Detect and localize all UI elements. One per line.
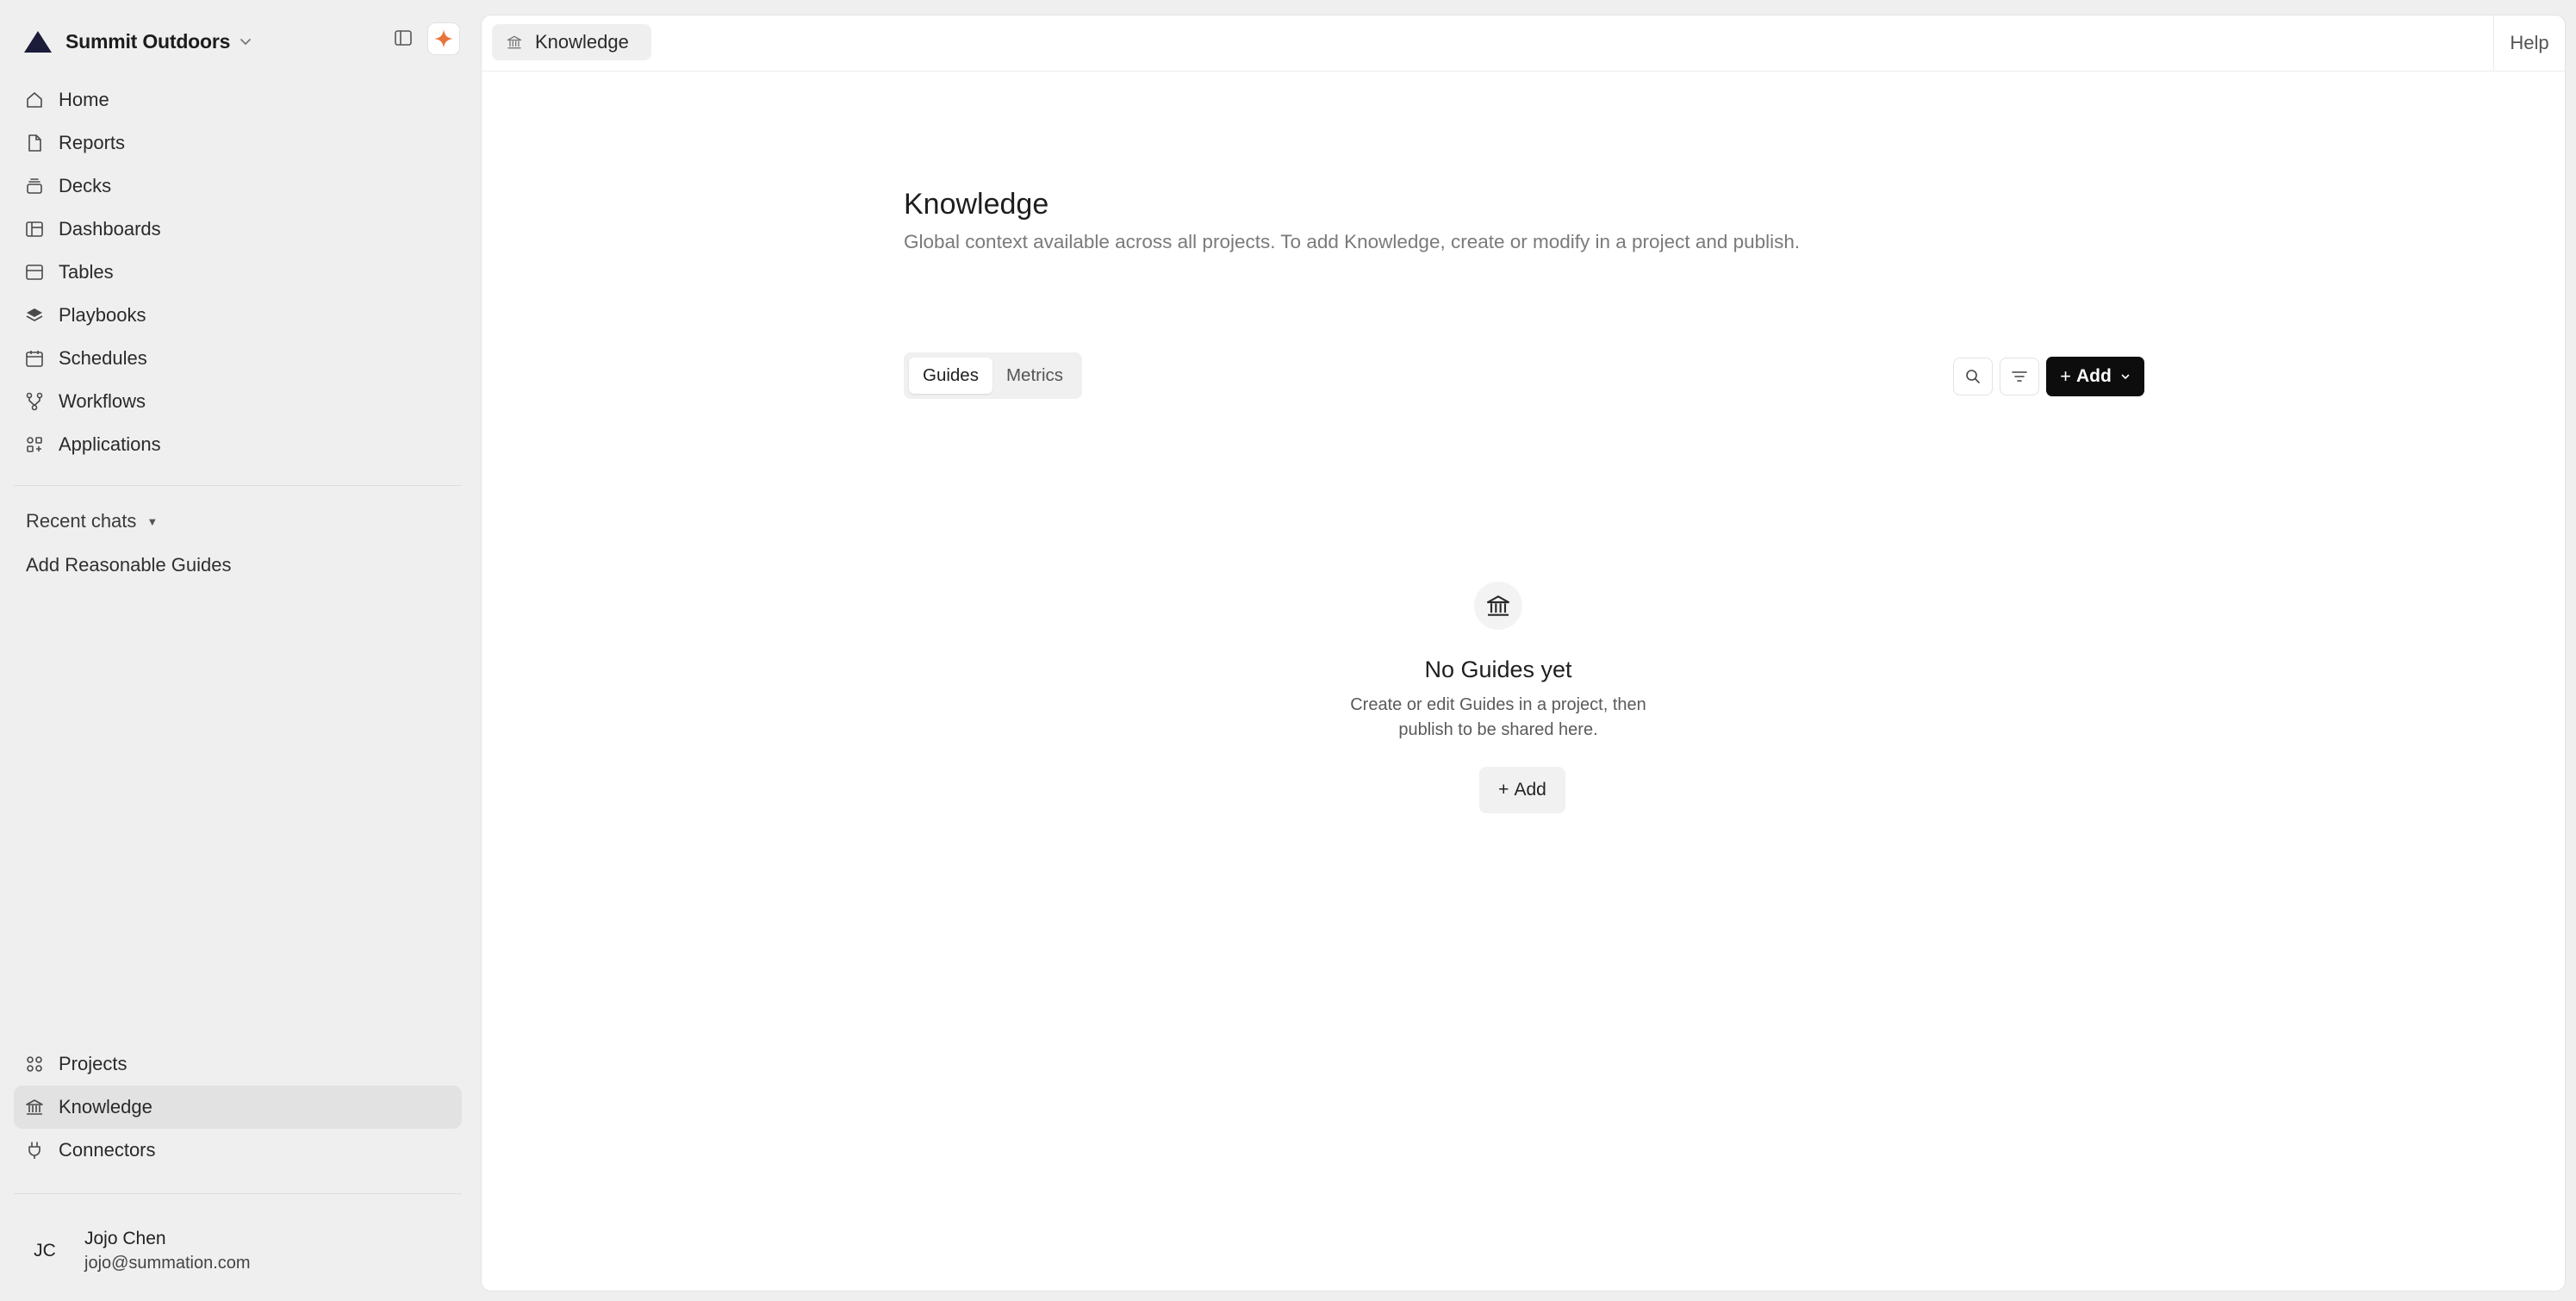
user-menu[interactable]: JC Jojo Chen jojo@summation.com [26,1227,251,1275]
add-dropdown-button[interactable]: + Add [2046,357,2144,396]
sidebar-item-home[interactable]: Home [14,78,462,121]
bank-icon [26,1099,43,1115]
add-button-label: Add [2076,366,2112,386]
page-title: Knowledge [904,188,1049,221]
sidebar-item-label: Schedules [59,347,147,369]
sidebar-item-label: Home [59,89,109,110]
filter-lines-icon [2012,371,2027,382]
sidebar-item-playbooks[interactable]: Playbooks [14,294,462,337]
calendar-icon [26,351,43,367]
apps-icon [27,437,42,452]
workspace-name: Summit Outdoors [65,29,231,53]
tab-guides[interactable]: Guides [909,358,992,394]
sidebar-item-connectors[interactable]: Connectors [14,1129,462,1172]
sidebar-item-dashboards[interactable]: Dashboards [14,208,462,251]
chevron-down-icon [240,39,252,45]
page-subtitle: Global context available across all proj… [904,231,1801,252]
empty-state-title: No Guides yet [1424,657,1572,682]
sidebar-item-label: Tables [59,261,114,283]
sidebar-item-label: Reports [59,132,126,153]
help-button[interactable]: Help [2493,16,2565,71]
sidebar-item-schedules[interactable]: Schedules [14,337,462,380]
primary-nav: Home Reports Decks Dashboards Tables Pla… [14,78,462,466]
sidebar-item-label: Knowledge [59,1096,152,1117]
stack-icon [27,178,42,194]
user-name: Jojo Chen [84,1229,166,1248]
sidebar-item-label: Decks [59,175,112,196]
tab-bar: Guides Metrics [904,352,1083,399]
sidebar-item-label: Applications [59,433,161,455]
table-icon [26,265,43,280]
sidebar: Summit Outdoors Home Reports Decks Dashb… [0,0,479,1301]
tab-metrics[interactable]: Metrics [992,358,1077,394]
bank-icon [507,35,522,49]
sidebar-item-label: Projects [59,1053,128,1074]
empty-state-add-button[interactable]: + Add [1479,767,1565,813]
sidebar-item-tables[interactable]: Tables [14,251,462,294]
sidebar-divider [14,485,462,486]
empty-add-label: Add [1514,780,1546,800]
bank-icon [1486,595,1510,616]
chevron-down-icon [2121,374,2130,379]
recent-chats-label: Recent chats [26,510,137,532]
sidebar-item-label: Workflows [59,390,146,412]
sidebar-item-reports[interactable]: Reports [14,121,462,165]
file-icon [28,134,41,152]
recent-chat-item[interactable]: Add Reasonable Guides [26,554,232,576]
sidebar-item-label: Connectors [59,1139,156,1161]
main-panel: Knowledge Help Knowledge Global context … [481,15,2566,1292]
sidebar-panel-icon [395,30,412,46]
home-icon [27,92,42,108]
sidebar-item-knowledge[interactable]: Knowledge [14,1086,462,1129]
user-info: Jojo Chen jojo@summation.com [84,1227,251,1275]
recent-chats-toggle[interactable]: Recent chats ▼ [26,510,158,532]
search-button[interactable] [1953,358,1993,395]
secondary-nav: Projects Knowledge Connectors [14,1043,462,1172]
sidebar-item-workflows[interactable]: Workflows [14,380,462,423]
new-chat-button[interactable] [427,22,460,55]
caret-down-icon: ▼ [146,514,159,528]
grid-icon [27,1056,42,1072]
toggle-sidebar-button[interactable] [391,26,415,50]
workspace-switcher[interactable]: Summit Outdoors [22,22,252,60]
plug-icon [28,1142,40,1159]
layout-icon [26,221,43,237]
search-icon [1966,370,1980,383]
user-email: jojo@summation.com [84,1254,251,1273]
sidebar-item-projects[interactable]: Projects [14,1043,462,1086]
sidebar-item-applications[interactable]: Applications [14,423,462,466]
sidebar-divider [14,1193,462,1194]
sidebar-item-decks[interactable]: Decks [14,165,462,208]
breadcrumb[interactable]: Knowledge [492,24,651,60]
empty-state-desc-line: Create or edit Guides in a project, then [1350,695,1646,714]
sidebar-item-label: Playbooks [59,304,146,326]
workflow-icon [26,392,43,411]
empty-state-description: Create or edit Guides in a project, then… [1326,693,1671,743]
filter-button[interactable] [2000,358,2039,395]
empty-state-icon [1474,582,1522,630]
plus-icon: + [1498,780,1509,800]
sidebar-item-label: Dashboards [59,218,161,240]
empty-state-desc-line: publish to be shared here. [1398,720,1598,739]
avatar: JC [34,1241,56,1261]
top-bar: Knowledge Help [482,16,2565,72]
sparkle-icon [434,29,453,48]
breadcrumb-label: Knowledge [535,31,629,53]
plus-icon: + [2060,365,2072,387]
mountain-logo-icon [24,31,52,53]
layers-icon [26,308,43,321]
